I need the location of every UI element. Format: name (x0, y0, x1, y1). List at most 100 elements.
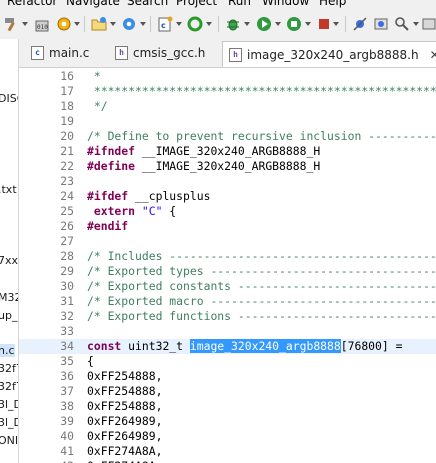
hammer-build-icon[interactable] (2, 15, 20, 33)
search-icon[interactable] (393, 15, 411, 33)
tab-label: image_320x240_argb8888.h (247, 48, 419, 62)
code-line[interactable]: 29 /* Exported types --------------------… (19, 264, 436, 279)
new-dropdown-icon[interactable] (110, 22, 116, 26)
search-dropdown-icon[interactable] (413, 22, 419, 26)
code-editor[interactable]: 16 * 17 *********************************… (19, 68, 436, 463)
code-line[interactable]: 21 #ifndef __IMAGE_320x240_ARGB8888_H (19, 144, 436, 159)
run-play-icon[interactable] (255, 15, 273, 33)
explorer-item[interactable]: ONIH (0, 434, 18, 447)
tab-main-c[interactable]: c main.c (25, 41, 95, 65)
code-token: __cplusplus (128, 189, 211, 203)
code-line[interactable]: 22 #define __IMAGE_320x240_ARGB8888_H (19, 159, 436, 174)
preprocessor-token: #ifdef (87, 189, 129, 203)
code-line[interactable]: 32 /* Exported functions ----------------… (19, 309, 436, 324)
comment-token: /* Define to prevent recursive inclusion… (87, 129, 436, 143)
code-line[interactable]: 28 /* Includes --------------------------… (19, 249, 436, 264)
code-text: /* Exported constants ------------------… (87, 279, 436, 294)
toolbar-separator (218, 16, 219, 32)
code-line[interactable]: 36 0xFF254888, (19, 369, 436, 384)
tab-label: cmsis_gcc.h (133, 46, 206, 60)
code-line[interactable]: 17 *************************************… (19, 84, 436, 99)
tab-image-header[interactable]: h image_320x240_argb8888.h ✕ (222, 41, 436, 67)
skip-breakpoints-icon[interactable] (351, 15, 369, 33)
new-folder-icon[interactable] (90, 15, 108, 33)
close-icon[interactable]: ✕ (430, 48, 436, 62)
tab-cmsis-gcc-h[interactable]: h cmsis_gcc.h (109, 41, 211, 65)
code-line[interactable]: 37 0xFF254888, (19, 384, 436, 399)
build-dropdown-icon[interactable] (22, 22, 28, 26)
code-line[interactable]: 34 const uint32_t image_320x240_argb8888[… (19, 339, 436, 354)
stop-dropdown-icon[interactable] (333, 22, 339, 26)
code-line[interactable]: 26 #endif (19, 219, 436, 234)
perspective-icon[interactable] (420, 15, 436, 33)
line-number: 38 (60, 399, 74, 413)
code-line[interactable]: 30 /* Exported constants ----------------… (19, 279, 436, 294)
code-line[interactable]: 38 0xFF254888, (19, 399, 436, 414)
code-line[interactable]: 23 (19, 174, 436, 189)
preprocessor-token: #endif (87, 219, 129, 233)
code-line[interactable]: 42 0xFF274A8A, (19, 459, 436, 463)
code-line[interactable]: 40 0xFF264989, (19, 429, 436, 444)
explorer-item[interactable]: up_ (0, 309, 17, 322)
new-c-file-icon[interactable]: c (156, 15, 174, 33)
explorer-item[interactable]: .txt (0, 183, 17, 196)
external-tool-icon[interactable] (372, 15, 390, 33)
menu-navigate[interactable]: Navigate (66, 0, 120, 8)
explorer-item[interactable]: 7xx (0, 254, 18, 267)
menu-help[interactable]: Help (319, 0, 346, 8)
explorer-item[interactable]: 3l_D (0, 416, 18, 429)
toolbar-separator (84, 16, 85, 32)
menu-project[interactable]: Project (176, 0, 217, 8)
code-line[interactable]: 33 (19, 324, 436, 339)
menu-run[interactable]: Run (228, 0, 251, 8)
settings-dropdown-icon[interactable] (140, 22, 146, 26)
menu-search[interactable]: Search (127, 0, 168, 8)
code-line[interactable]: 16 * (19, 69, 436, 84)
refresh-icon[interactable] (186, 15, 204, 33)
code-text: 0xFF254888, (87, 369, 162, 384)
explorer-item[interactable]: DISC (0, 92, 18, 105)
explorer-item[interactable]: 32f7 (0, 380, 18, 393)
code-line[interactable]: 27 (19, 234, 436, 249)
comment-token: /* Exported types ----------------------… (87, 264, 436, 278)
code-line[interactable]: 19 (19, 114, 436, 129)
line-number: 21 (60, 144, 74, 158)
code-line[interactable]: 20 /* Define to prevent recursive inclusi… (19, 129, 436, 144)
stop-square-icon[interactable] (315, 15, 333, 33)
code-line[interactable]: 18 */ (19, 99, 436, 114)
code-token: __IMAGE_320x240_ARGB8888_H (135, 159, 321, 173)
run-dropdown-icon[interactable] (275, 22, 281, 26)
code-line[interactable]: 31 /* Exported macro --------------------… (19, 294, 436, 309)
settings-gear-icon[interactable] (120, 15, 138, 33)
code-line[interactable]: 41 0xFF274A8A, (19, 444, 436, 459)
explorer-item-selected[interactable]: n.c (0, 344, 15, 357)
gear-icon[interactable] (55, 15, 73, 33)
new-file-dropdown-icon[interactable] (176, 22, 182, 26)
refresh-dropdown-icon[interactable] (206, 22, 212, 26)
code-line[interactable]: 39 0xFF264989, (19, 414, 436, 429)
comment-token: /* Includes ----------------------------… (87, 249, 436, 263)
code-line[interactable]: 35 { (19, 354, 436, 369)
menu-bar: Refactor Navigate Search Project Run Win… (0, 0, 436, 9)
editor-tab-bar: c main.c h cmsis_gcc.h h image_320x240_a… (19, 39, 436, 68)
code-token: __IMAGE_320x240_ARGB8888_H (135, 144, 321, 158)
line-number: 18 (60, 99, 74, 113)
external-tools-dropdown-icon[interactable] (305, 22, 311, 26)
code-text: 0xFF264989, (87, 414, 162, 429)
build-config-icon[interactable]: 010 (34, 15, 52, 33)
explorer-item[interactable]: 32f7 (0, 362, 18, 375)
debug-bug-icon[interactable] (224, 15, 242, 33)
code-line[interactable]: 24 #ifdef __cplusplus (19, 189, 436, 204)
line-number: 22 (60, 159, 74, 173)
explorer-item[interactable]: 3l_D (0, 398, 18, 411)
menu-window[interactable]: Window (262, 0, 309, 8)
debug-dropdown-icon[interactable] (244, 22, 250, 26)
stop-icon[interactable] (285, 15, 303, 33)
code-text: /* Exported functions ------------------… (87, 309, 436, 324)
menu-refactor[interactable]: Refactor (7, 0, 57, 8)
line-number: 40 (60, 429, 74, 443)
explorer-item[interactable]: M32 (0, 291, 18, 304)
gear-dropdown-icon[interactable] (74, 22, 80, 26)
code-line[interactable]: 25 extern "C" { (19, 204, 436, 219)
